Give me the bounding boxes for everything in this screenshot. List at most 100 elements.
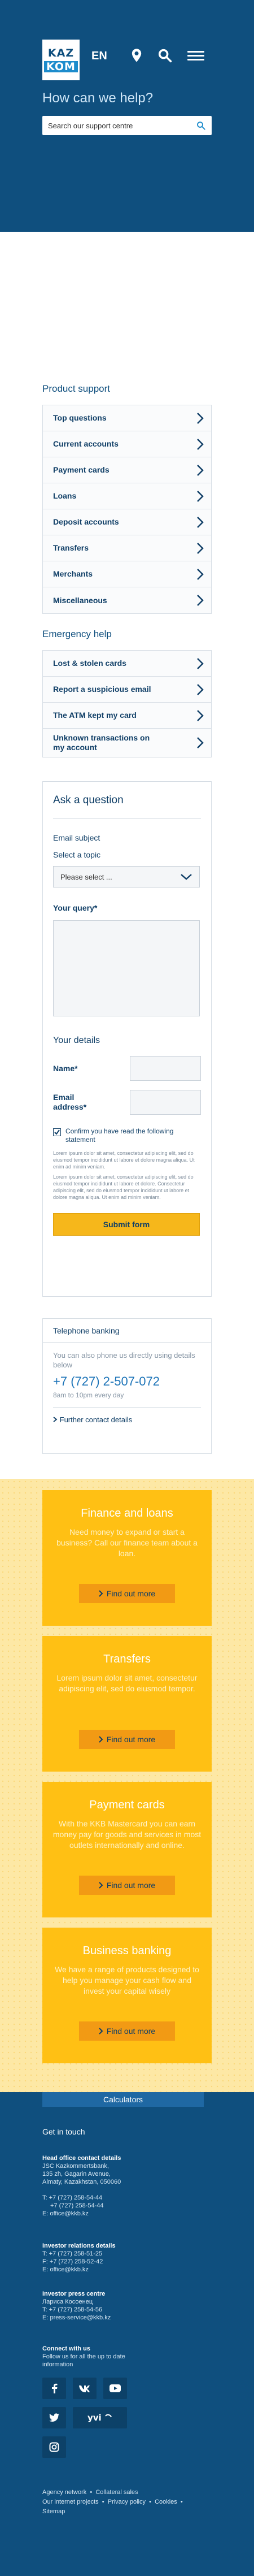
select-topic-label: Select a topic [53, 850, 101, 859]
promo-card: Finance and loans Need money to expand o… [42, 1490, 212, 1626]
chevron-right-icon [197, 568, 204, 580]
promo-card: Transfers Lorem ipsum dolor sit amet, co… [42, 1636, 212, 1772]
promo-card: Business banking We have a range of prod… [42, 1928, 212, 2063]
promo-area: Finance and loans Need money to expand o… [0, 1479, 254, 2092]
product-support-item[interactable]: Top questions [43, 405, 211, 431]
facebook-icon[interactable] [42, 2378, 66, 2399]
chevron-right-icon [197, 737, 204, 748]
confirm-checkbox[interactable] [53, 1128, 61, 1136]
email-field[interactable] [130, 1090, 201, 1115]
chevron-right-icon [99, 1736, 103, 1743]
footer-link[interactable]: Agency network [42, 2489, 86, 2496]
chevron-right-icon [99, 1882, 103, 1889]
telephone-note: You can also phone us directly using det… [53, 1351, 195, 1369]
product-support-item[interactable]: Transfers [43, 535, 211, 561]
further-contact-link[interactable]: Further contact details [53, 1407, 201, 1424]
search-input[interactable] [48, 121, 196, 130]
head-office-block: Head office contact details JSC Kazkomme… [42, 2155, 121, 2217]
emergency-help-list: Lost & stolen cards Report a suspicious … [42, 650, 212, 757]
emergency-help-item[interactable]: Report a suspicious email [43, 677, 211, 703]
footer-link[interactable]: Cookies [155, 2499, 177, 2505]
product-support-title: Product support [42, 383, 111, 394]
promo-text: Need money to expand or start a business… [56, 1527, 198, 1558]
instagram-icon[interactable] [42, 2436, 66, 2458]
topic-select-value: Please select ... [60, 872, 112, 881]
confirm-row: Confirm you have read the following stat… [53, 1127, 201, 1144]
query-label: Your query* [53, 903, 98, 912]
topic-select[interactable]: Please select ... [53, 866, 200, 887]
promo-text: With the KKB Mastercard you can earn mon… [52, 1819, 202, 1850]
promo-card: Payment cards With the KKB Mastercard yo… [42, 1782, 212, 1917]
name-label: Name* [53, 1064, 78, 1073]
chevron-right-icon [197, 683, 204, 695]
footer-links: Agency network • Collateral sales Our in… [42, 2489, 183, 2515]
chevron-right-icon [197, 464, 204, 476]
email-label: Email address* [53, 1093, 87, 1111]
your-details-title: Your details [53, 1036, 100, 1045]
emergency-help-item[interactable]: Lost & stolen cards [43, 651, 211, 677]
chevron-right-icon [197, 542, 204, 554]
promo-title: Payment cards [89, 1799, 165, 1811]
telephone-number[interactable]: +7 (727) 2-507-072 [53, 1374, 201, 1389]
footer: Calculators Get in touch Head office con… [0, 2092, 254, 2576]
emergency-help-title: Emergency help [42, 629, 112, 639]
email-row: Email address* [53, 1090, 201, 1115]
chevron-right-icon [99, 2028, 103, 2034]
name-field[interactable] [130, 1056, 201, 1081]
query-textarea[interactable] [53, 920, 200, 1016]
connect-title: Connect with us [42, 2345, 90, 2352]
svg-text:yvi: yvi [87, 2413, 102, 2423]
location-pin-icon[interactable] [129, 47, 144, 63]
find-out-more-button[interactable]: Find out more [79, 1876, 175, 1895]
footer-link[interactable]: Privacy policy [108, 2499, 146, 2505]
promo-title: Business banking [82, 1945, 172, 1957]
logo[interactable]: KAZ KOM [42, 40, 80, 80]
search-icon[interactable] [157, 47, 173, 63]
hamburger-menu-icon[interactable] [187, 49, 204, 64]
email-subject-label: Email subject [53, 833, 100, 842]
emergency-help-item[interactable]: Unknown transactions on my account [43, 729, 211, 757]
find-out-more-button[interactable]: Find out more [79, 1584, 175, 1603]
product-support-item[interactable]: Current accounts [43, 431, 211, 457]
find-out-more-button[interactable]: Find out more [79, 1730, 175, 1749]
youtube-icon[interactable] [103, 2378, 127, 2399]
search-icon[interactable] [196, 120, 206, 131]
chevron-right-icon [197, 595, 204, 606]
promo-title: Transfers [103, 1653, 151, 1665]
footer-link[interactable]: Sitemap [42, 2508, 65, 2515]
help-title: How can we help? [42, 90, 154, 106]
promo-text: Lorem ipsum dolor sit amet, consectetur … [56, 1673, 198, 1693]
investor-block: Investor relations details T: +7 (727) 2… [42, 2242, 116, 2273]
emergency-help-item[interactable]: The ATM kept my card [43, 703, 211, 729]
product-support-item[interactable]: Deposit accounts [43, 509, 211, 535]
fine-print-1: Lorem ipsum dolor sit amet, consectetur … [53, 1150, 195, 1170]
product-support-item[interactable]: Loans [43, 483, 211, 509]
product-support-item[interactable]: Miscellaneous [43, 587, 211, 613]
press-block: Investor press centre Лариса Косоенец T:… [42, 2291, 111, 2321]
product-support-item[interactable]: Payment cards [43, 457, 211, 483]
support-search[interactable] [42, 116, 212, 135]
footer-link[interactable]: Our internet projects [42, 2499, 99, 2505]
submit-button[interactable]: Submit form [53, 1213, 200, 1236]
product-support-item[interactable]: Merchants [43, 561, 211, 587]
telephone-title: Telephone banking [43, 1319, 211, 1343]
chevron-right-icon [197, 490, 204, 502]
yvi-icon[interactable]: yvi [73, 2407, 127, 2428]
footer-link[interactable]: Collateral sales [95, 2489, 138, 2496]
press-title: Investor press centre [42, 2291, 106, 2297]
find-out-more-button[interactable]: Find out more [79, 2021, 175, 2041]
telephone-banking: Telephone banking You can also phone us … [42, 1318, 212, 1454]
chevron-right-icon [197, 516, 204, 528]
chevron-right-icon [197, 412, 204, 424]
calculators-button[interactable]: Calculators [42, 2092, 204, 2107]
promo-text: We have a range of products designed to … [55, 1965, 199, 1995]
telephone-hours: 8am to 10pm every day [53, 1391, 124, 1399]
fine-print-2: Lorem ipsum dolor sit amet, consectetur … [53, 1174, 194, 1200]
twitter-icon[interactable] [42, 2407, 66, 2428]
vk-icon[interactable] [73, 2378, 97, 2399]
investor-title: Investor relations details [42, 2242, 116, 2249]
logo-line-2: KOM [44, 61, 78, 72]
ask-question-form: Ask a question Email subject Select a to… [42, 781, 212, 1297]
language-switch[interactable]: EN [91, 50, 107, 63]
chevron-right-icon [197, 709, 204, 721]
